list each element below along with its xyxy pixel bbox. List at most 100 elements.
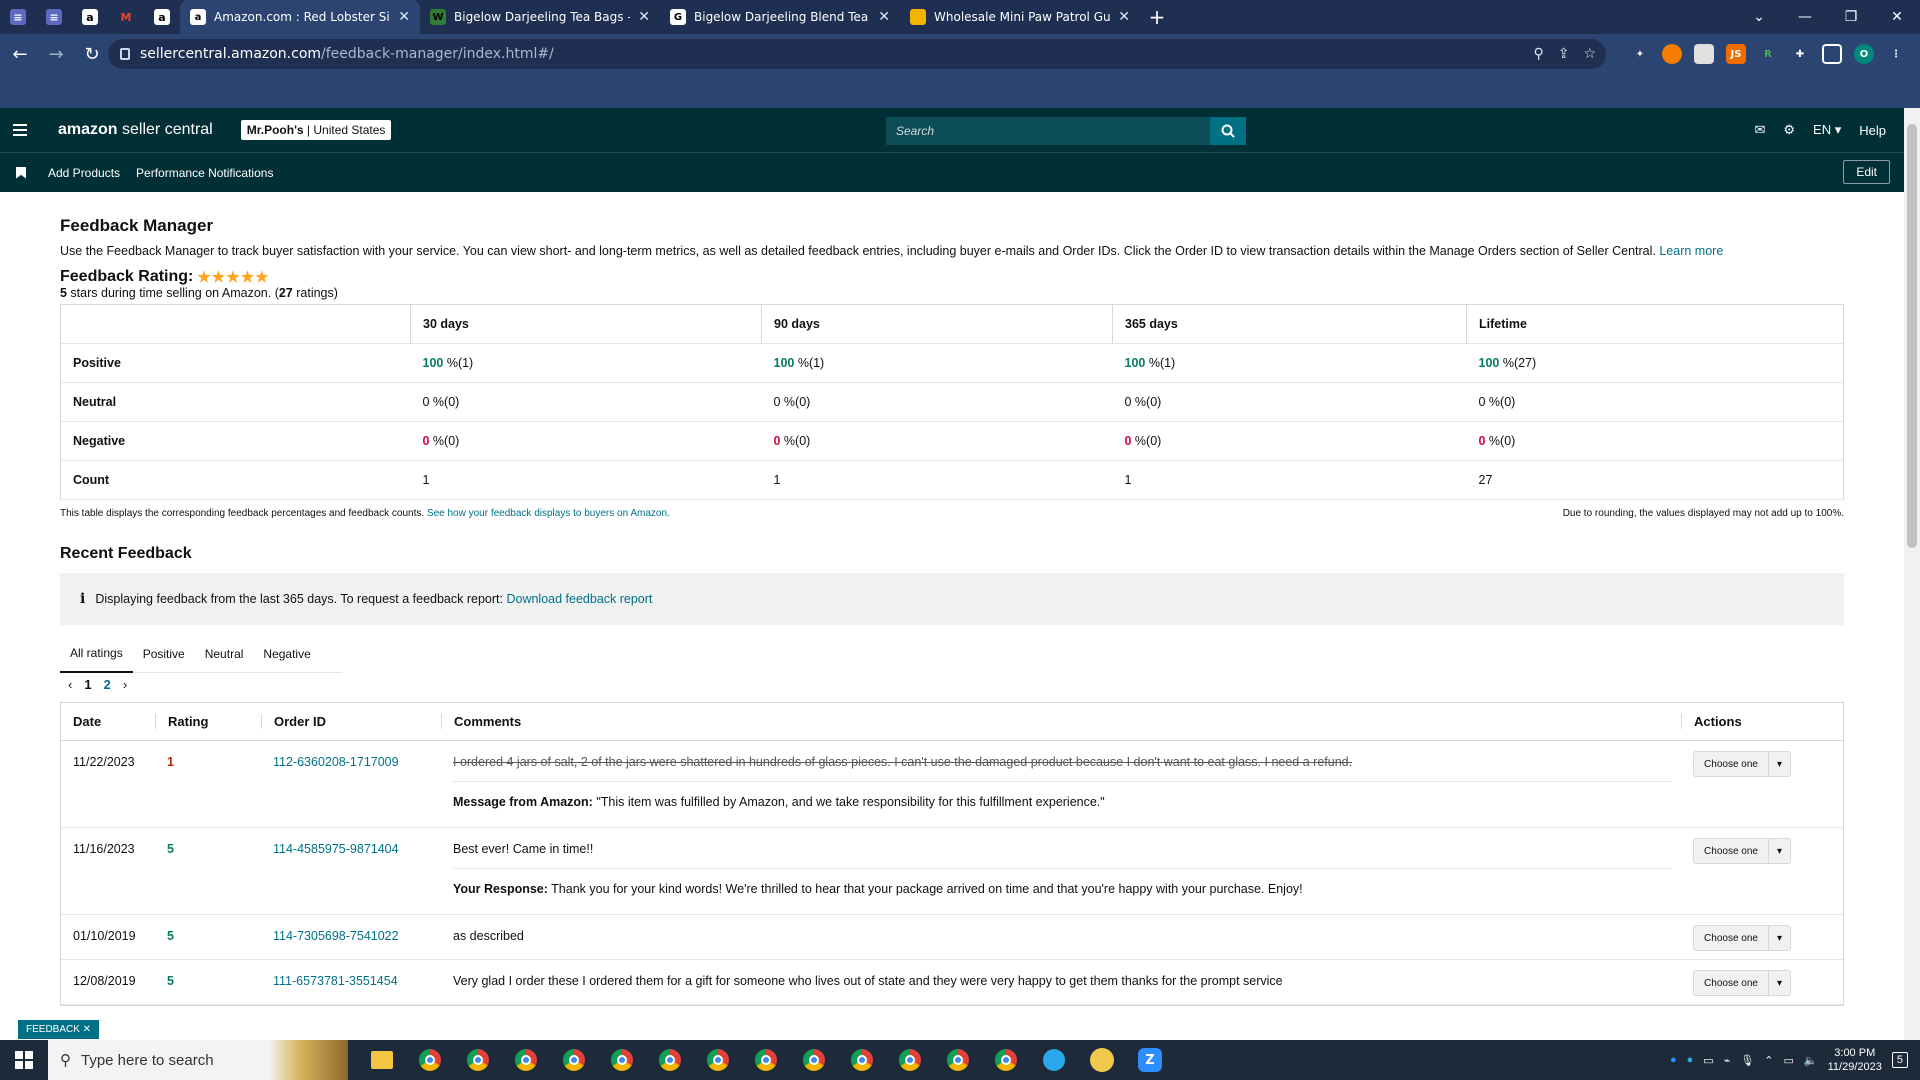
- chrome-icon[interactable]: [654, 1044, 686, 1076]
- edit-button[interactable]: Edit: [1843, 160, 1890, 184]
- hamburger-menu-icon[interactable]: [0, 108, 40, 152]
- metrics-header-row: 30 days 90 days 365 days Lifetime: [60, 304, 1844, 344]
- actions-dropdown[interactable]: Choose one ▾: [1693, 751, 1791, 777]
- nav-performance-notifications[interactable]: Performance Notifications: [136, 166, 273, 180]
- feedback-display-link[interactable]: See how your feedback displays to buyers…: [427, 508, 670, 519]
- browser-tab[interactable]: a Amazon.com : Red Lobster Sign ✕: [180, 0, 420, 34]
- pinned-tab[interactable]: ≡: [36, 0, 72, 34]
- search-input[interactable]: Search: [886, 117, 1210, 145]
- share-icon[interactable]: ⇪: [1558, 46, 1570, 62]
- menu-icon[interactable]: ⋮: [1886, 44, 1906, 64]
- close-tab-icon[interactable]: ✕: [1118, 9, 1130, 25]
- tab-all-ratings[interactable]: All ratings: [60, 635, 133, 673]
- puzzle-icon[interactable]: ✚: [1790, 44, 1810, 64]
- side-panel-icon[interactable]: [1822, 44, 1842, 64]
- zoom-icon[interactable]: ⚲: [1533, 46, 1543, 62]
- pinned-tab[interactable]: a: [72, 0, 108, 34]
- windows-start-icon[interactable]: [0, 1040, 48, 1080]
- page-2[interactable]: 2: [104, 677, 111, 692]
- chrome-icon[interactable]: [414, 1044, 446, 1076]
- nav-add-products[interactable]: Add Products: [48, 166, 120, 180]
- chrome-icon[interactable]: [510, 1044, 542, 1076]
- pinned-tab[interactable]: ≡: [0, 0, 36, 34]
- minimize-button[interactable]: —: [1782, 0, 1828, 34]
- tray-zoom-icon[interactable]: ●: [1670, 1054, 1677, 1066]
- chrome-icon[interactable]: [462, 1044, 494, 1076]
- gear-icon[interactable]: ⚙: [1783, 122, 1795, 138]
- profile-avatar[interactable]: O: [1854, 44, 1874, 64]
- reload-button[interactable]: ↻: [76, 38, 108, 70]
- prev-page-icon[interactable]: ‹: [68, 677, 72, 692]
- url-input[interactable]: sellercentral.amazon.com/feedback-manage…: [108, 39, 1606, 69]
- learn-more-link[interactable]: Learn more: [1659, 244, 1723, 258]
- close-tab-icon[interactable]: ✕: [638, 9, 650, 25]
- scrollbar-thumb[interactable]: [1907, 124, 1917, 548]
- language-selector[interactable]: EN ▾: [1813, 122, 1841, 138]
- microphone-icon[interactable]: 🎙: [1740, 1054, 1754, 1067]
- extension-icon[interactable]: [1694, 44, 1714, 64]
- new-tab-button[interactable]: +: [1140, 5, 1174, 29]
- tray-drive-icon[interactable]: ▭: [1703, 1054, 1713, 1067]
- order-id-link[interactable]: 114-7305698-7541022: [261, 915, 441, 959]
- tab-search-icon[interactable]: ⌄: [1736, 0, 1782, 34]
- actions-dropdown[interactable]: Choose one ▾: [1693, 838, 1791, 864]
- tab-neutral[interactable]: Neutral: [195, 635, 254, 673]
- chrome-icon[interactable]: [606, 1044, 638, 1076]
- tray-up-arrow-icon[interactable]: ⌃: [1764, 1054, 1773, 1067]
- order-id-link[interactable]: 111-6573781-3551454: [261, 960, 441, 1004]
- chrome-icon[interactable]: [894, 1044, 926, 1076]
- feedback-floating-button[interactable]: FEEDBACK ✕: [18, 1020, 100, 1039]
- notification-icon[interactable]: 5: [1891, 1052, 1908, 1068]
- tray-usb-icon[interactable]: ⌁: [1724, 1054, 1731, 1067]
- tray-telegram-icon[interactable]: ●: [1687, 1054, 1694, 1066]
- close-tab-icon[interactable]: ✕: [398, 9, 410, 25]
- header-date[interactable]: Date: [61, 714, 155, 729]
- actions-dropdown[interactable]: Choose one ▾: [1693, 970, 1791, 996]
- bookmark-icon[interactable]: [16, 166, 26, 179]
- extension-icon[interactable]: JS: [1726, 44, 1746, 64]
- chrome-icon[interactable]: [846, 1044, 878, 1076]
- bookmark-star-icon[interactable]: ☆: [1583, 46, 1596, 62]
- app-icon[interactable]: [1086, 1044, 1118, 1076]
- file-explorer-icon[interactable]: [366, 1044, 398, 1076]
- pinned-tab[interactable]: a: [144, 0, 180, 34]
- order-id-link[interactable]: 114-4585975-9871404: [261, 828, 441, 914]
- browser-tab[interactable]: Wholesale Mini Paw Patrol Guita ✕: [900, 0, 1140, 34]
- chrome-icon[interactable]: [942, 1044, 974, 1076]
- actions-dropdown[interactable]: Choose one ▾: [1693, 925, 1791, 951]
- chrome-icon[interactable]: [798, 1044, 830, 1076]
- chrome-icon[interactable]: [990, 1044, 1022, 1076]
- download-report-link[interactable]: Download feedback report: [506, 592, 652, 606]
- network-icon[interactable]: ▭: [1784, 1054, 1794, 1067]
- extension-icon[interactable]: [1662, 44, 1682, 64]
- browser-tab[interactable]: W Bigelow Darjeeling Tea Bags - 28 ✕: [420, 0, 660, 34]
- volume-icon[interactable]: 🔈: [1804, 1054, 1818, 1067]
- close-tab-icon[interactable]: ✕: [878, 9, 890, 25]
- clock[interactable]: 3:00 PM 11/29/2023: [1828, 1046, 1882, 1074]
- chrome-icon[interactable]: [702, 1044, 734, 1076]
- tab-positive[interactable]: Positive: [133, 635, 195, 673]
- back-button[interactable]: ←: [4, 38, 36, 70]
- header-rating[interactable]: Rating: [155, 714, 261, 729]
- browser-tab[interactable]: G Bigelow Darjeeling Blend Tea 28 ✕: [660, 0, 900, 34]
- close-window-button[interactable]: ✕: [1874, 0, 1920, 34]
- search-button[interactable]: [1210, 117, 1246, 145]
- tab-negative[interactable]: Negative: [253, 635, 320, 673]
- taskbar-search[interactable]: ⚲ Type here to search: [48, 1040, 348, 1080]
- pinned-tab[interactable]: M: [108, 0, 144, 34]
- mail-icon[interactable]: ✉: [1754, 122, 1765, 138]
- extension-icon[interactable]: R: [1758, 44, 1778, 64]
- seller-central-logo[interactable]: amazon seller central: [58, 121, 213, 139]
- account-switcher[interactable]: Mr.Pooh's | United States: [240, 120, 392, 140]
- forward-button[interactable]: →: [40, 38, 72, 70]
- next-page-icon[interactable]: ›: [123, 677, 127, 692]
- restore-button[interactable]: ❐: [1828, 0, 1874, 34]
- chrome-icon[interactable]: [750, 1044, 782, 1076]
- zoom-app-icon[interactable]: Z: [1134, 1044, 1166, 1076]
- telegram-icon[interactable]: [1038, 1044, 1070, 1076]
- chrome-icon[interactable]: [558, 1044, 590, 1076]
- page-1[interactable]: 1: [84, 677, 91, 692]
- help-link[interactable]: Help: [1859, 123, 1886, 138]
- extension-icon[interactable]: ✦: [1630, 44, 1650, 64]
- order-id-link[interactable]: 112-6360208-1717009: [261, 741, 441, 827]
